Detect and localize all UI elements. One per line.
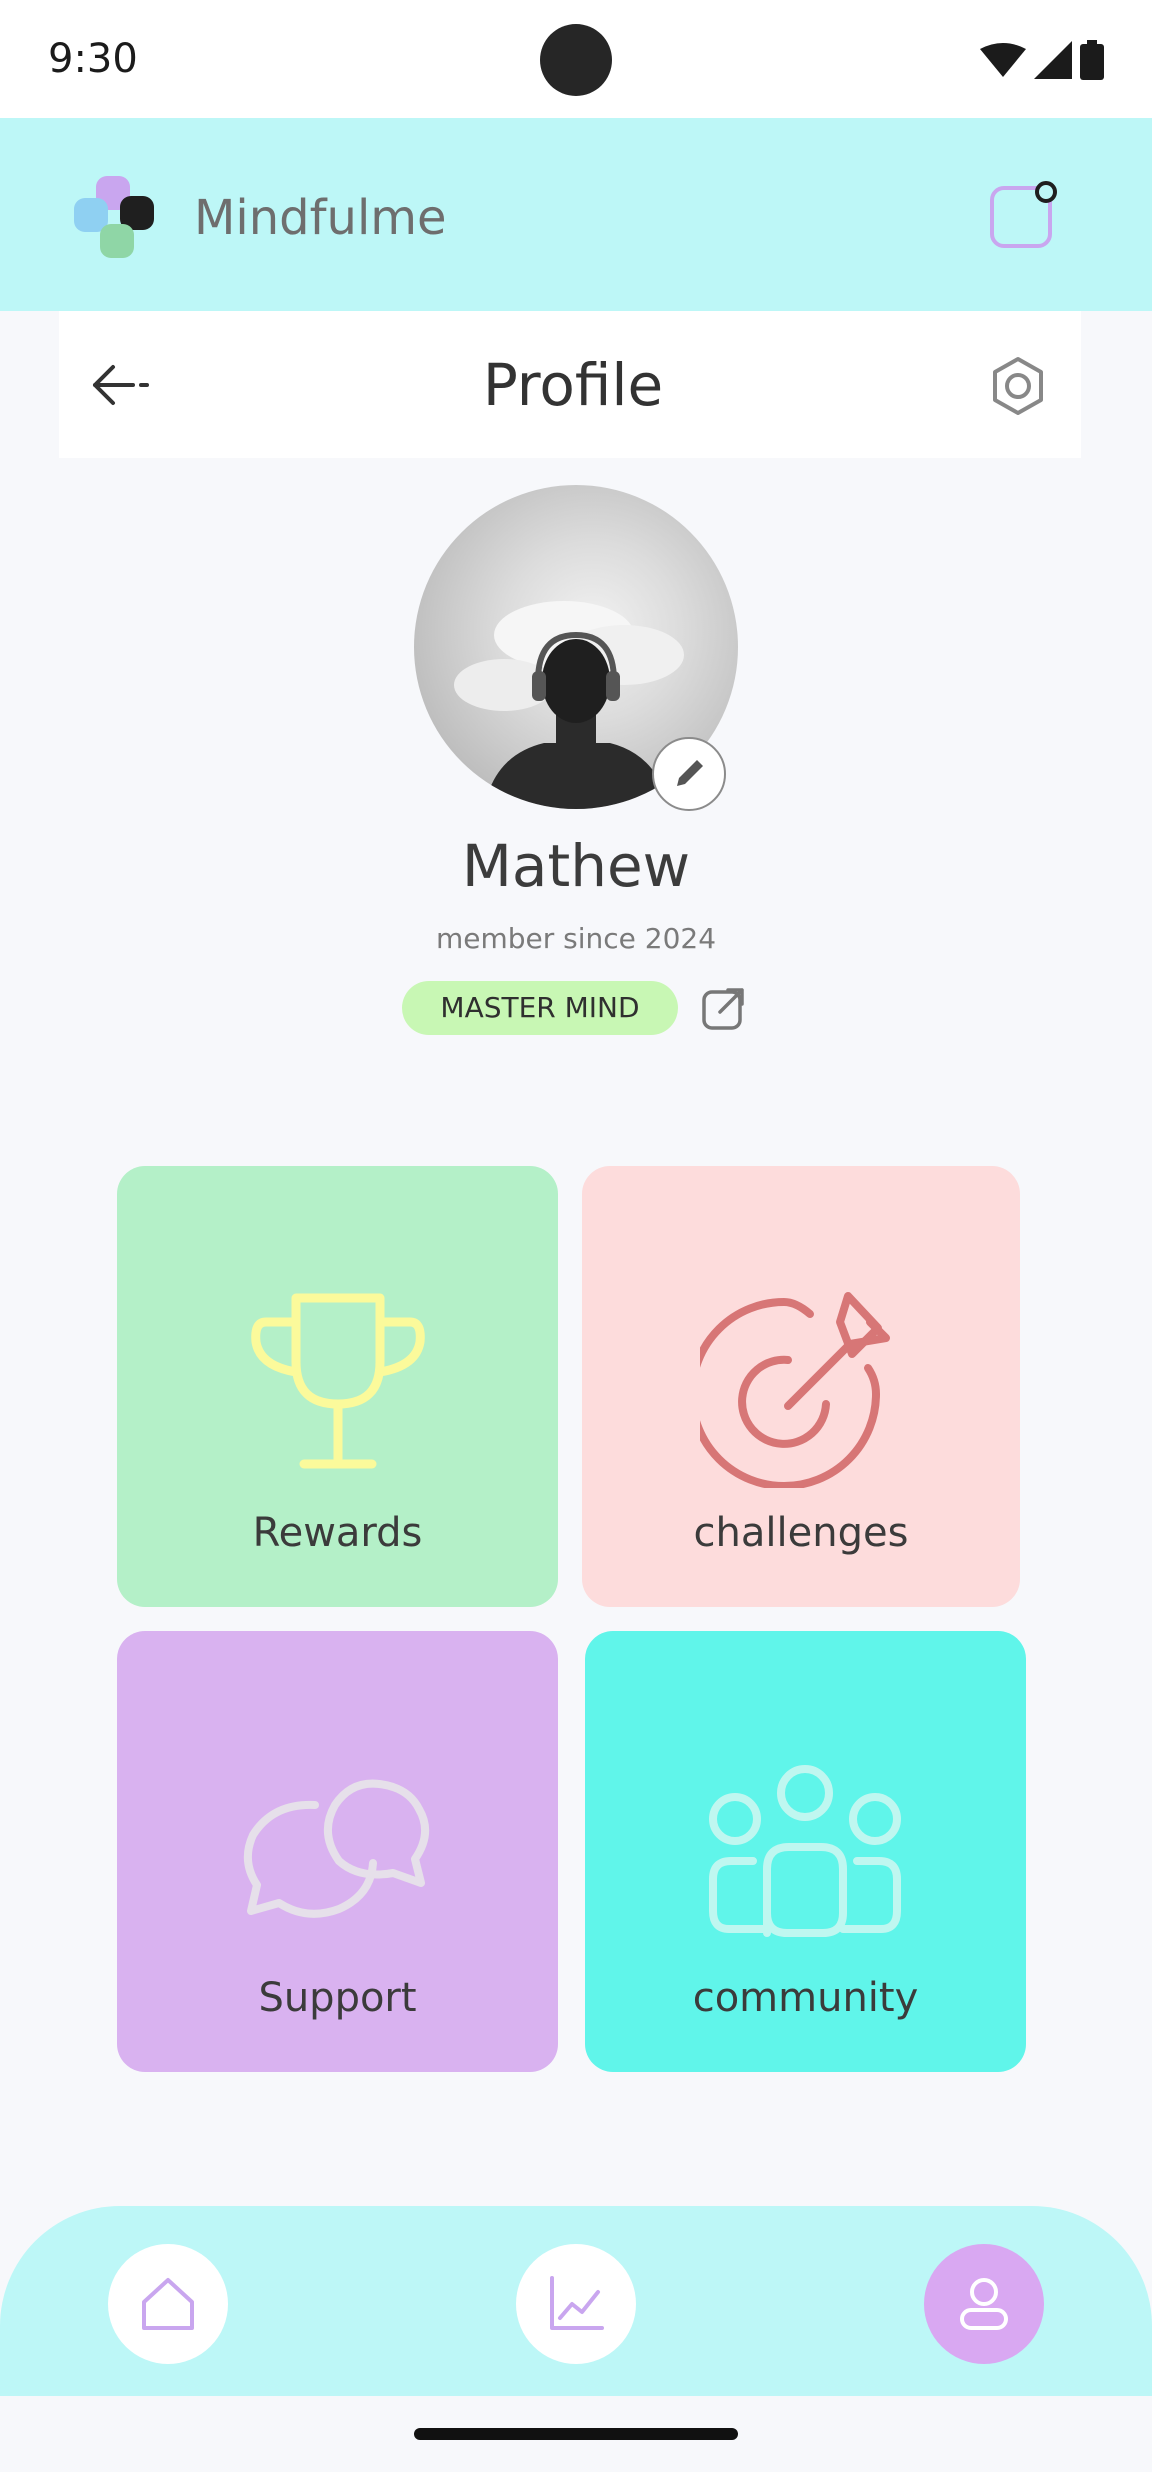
home-icon [142,2278,194,2330]
camera-cutout [540,24,612,96]
cell-signal-icon [1034,41,1072,79]
app-logo [74,176,154,258]
page-title: Profile [482,351,664,419]
app-name: Mindfulme [194,190,447,246]
trophy-icon [251,1293,425,1469]
profile-icon [960,2278,1008,2330]
home-indicator[interactable] [414,2428,738,2440]
avatar-container [414,485,738,811]
nav-home-button[interactable] [108,2244,228,2364]
status-bar: 9:30 [0,0,1152,118]
nav-profile-button[interactable] [924,2244,1044,2364]
settings-icon[interactable] [987,355,1049,417]
nav-stats-button[interactable] [516,2244,636,2364]
user-name: Mathew [461,832,691,900]
chat-bubbles-icon [243,1779,429,1918]
tile-label: Rewards [252,1510,423,1556]
target-icon [700,1292,890,1488]
tile-label: challenges [693,1510,909,1556]
edit-avatar-button[interactable] [652,737,726,811]
tile-label: Support [258,1975,417,2021]
rank-badge: MASTER MIND [402,981,678,1035]
wifi-icon [980,43,1026,77]
community-tile[interactable]: community [585,1631,1026,2072]
share-icon[interactable] [700,984,748,1032]
notification-icon[interactable] [988,180,1058,250]
bottom-navigation [0,2206,1152,2396]
challenges-tile[interactable]: challenges [582,1166,1020,1607]
status-icons [980,40,1104,80]
app-header: Mindfulme [0,118,1152,311]
support-tile[interactable]: Support [117,1631,558,2072]
profile-title-bar: Profile [59,311,1081,458]
member-since: member since 2024 [435,922,717,955]
pencil-icon [677,760,703,786]
battery-icon [1080,40,1104,80]
rewards-tile[interactable]: Rewards [117,1166,558,1607]
chart-icon [550,2276,604,2330]
status-time: 9:30 [48,36,138,82]
tile-label: community [692,1975,919,2021]
people-icon [709,1765,901,1937]
